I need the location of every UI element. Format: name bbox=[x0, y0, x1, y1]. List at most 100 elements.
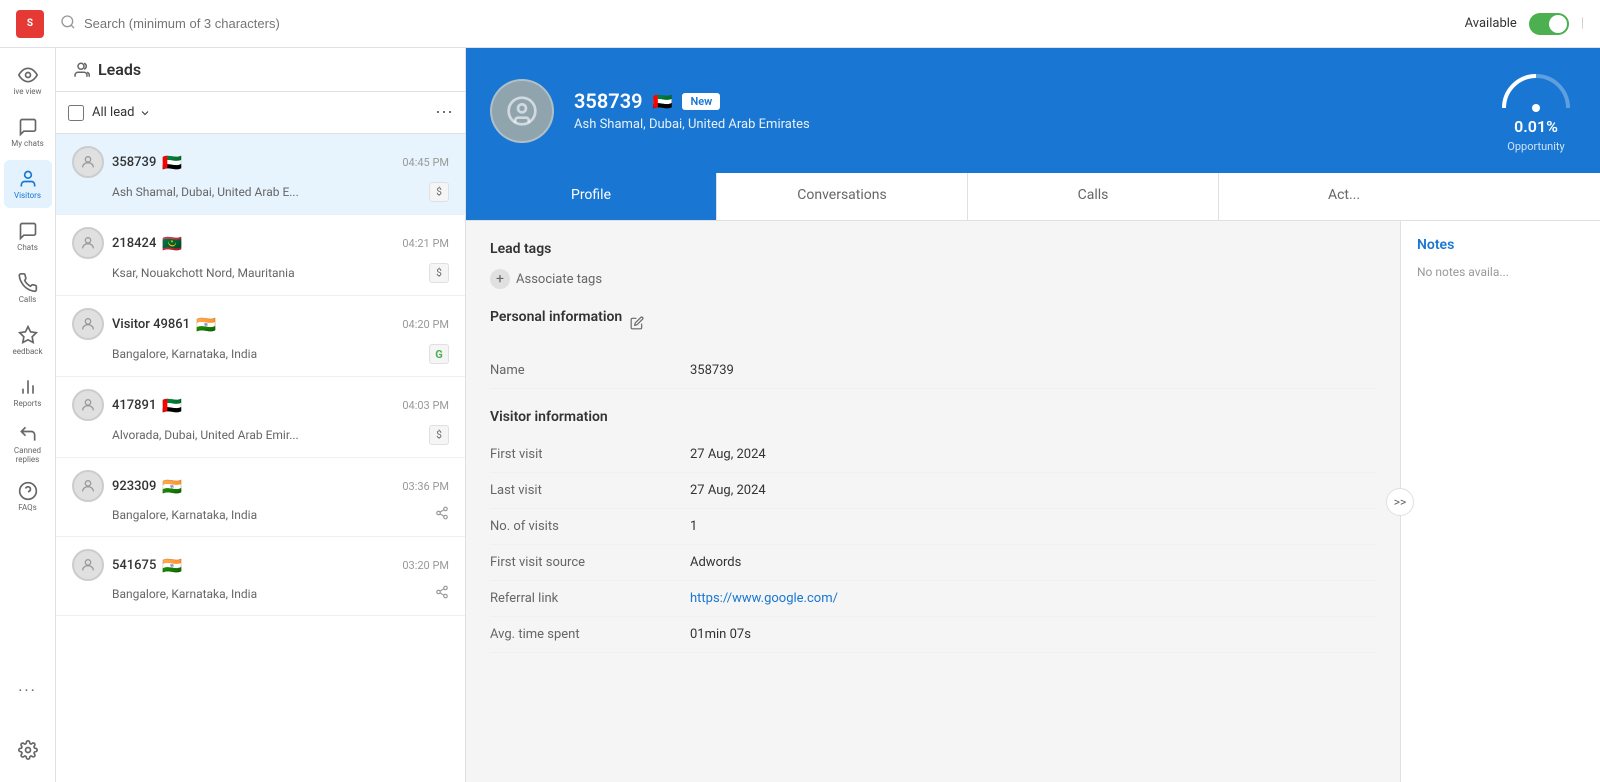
lead-name: 218424 bbox=[112, 236, 156, 251]
lead-item[interactable]: 218424 🇲🇷 04:21 PM Ksar, Nouakchott Nord… bbox=[56, 215, 465, 296]
visitor-info-row: First visit 27 Aug, 2024 bbox=[490, 437, 1376, 473]
visitor-field-label: First visit bbox=[490, 447, 690, 462]
lead-avatar bbox=[72, 389, 104, 421]
sidebar-item-canned-replies[interactable]: Canned replies bbox=[4, 420, 52, 468]
tab-conversations[interactable]: Conversations bbox=[717, 173, 967, 220]
visitor-field-value: 1 bbox=[690, 519, 697, 534]
opportunity-value: 0.01% bbox=[1514, 117, 1558, 136]
leads-title: Leads bbox=[98, 60, 141, 79]
lead-time: 04:45 PM bbox=[402, 156, 449, 169]
lead-name: 541675 bbox=[112, 558, 156, 573]
lead-name: 417891 bbox=[112, 398, 156, 413]
visitor-field-value: 27 Aug, 2024 bbox=[690, 447, 766, 462]
lead-time: 04:21 PM bbox=[402, 237, 449, 250]
lead-flag: 🇮🇳 bbox=[196, 315, 216, 334]
visitor-info-table: First visit 27 Aug, 2024 Last visit 27 A… bbox=[490, 437, 1376, 653]
lead-time: 04:20 PM bbox=[402, 318, 449, 331]
lead-time: 03:20 PM bbox=[402, 559, 449, 572]
leads-header: Leads bbox=[56, 48, 465, 92]
lead-item[interactable]: 358739 🇦🇪 04:45 PM Ash Shamal, Dubai, Un… bbox=[56, 134, 465, 215]
lead-time: 04:03 PM bbox=[402, 399, 449, 412]
sidebar-item-my-chats[interactable]: My chats bbox=[4, 108, 52, 156]
profile-flag: 🇦🇪 bbox=[653, 92, 673, 111]
profile-content-wrapper: Lead tags + Associate tags Personal info… bbox=[466, 221, 1600, 782]
lead-flag: 🇮🇳 bbox=[162, 477, 182, 496]
tab-calls[interactable]: Calls bbox=[968, 173, 1218, 220]
collapse-panel-button[interactable]: >> bbox=[1386, 488, 1414, 516]
personal-info-title: Personal information bbox=[490, 309, 622, 325]
lead-flag: 🇦🇪 bbox=[162, 396, 182, 415]
visitor-info-row: Last visit 27 Aug, 2024 bbox=[490, 473, 1376, 509]
associate-tags-button[interactable]: + Associate tags bbox=[490, 269, 1376, 289]
all-lead-filter[interactable]: All lead bbox=[92, 105, 151, 120]
visitor-field-value: Adwords bbox=[690, 555, 741, 570]
sidebar-item-settings[interactable] bbox=[4, 726, 52, 774]
leads-select-all[interactable] bbox=[68, 105, 84, 121]
lead-name: Visitor 49861 bbox=[112, 317, 190, 332]
personal-info-section: Personal information Name 358739 bbox=[490, 309, 1376, 389]
opportunity-gauge: 0.01% Opportunity bbox=[1496, 68, 1576, 153]
tab-profile[interactable]: Profile bbox=[466, 173, 716, 220]
edit-icon[interactable] bbox=[630, 316, 644, 330]
profile-new-badge: New bbox=[682, 93, 720, 110]
info-row-name: Name 358739 bbox=[490, 353, 1376, 389]
visitor-field-label: Referral link bbox=[490, 591, 690, 606]
topbar-divider: | bbox=[1581, 16, 1584, 31]
visitor-field-value: 27 Aug, 2024 bbox=[690, 483, 766, 498]
leads-filter-bar: All lead ⋯ bbox=[56, 92, 465, 134]
main-layout: ive view My chats Visitors Chats Calls e… bbox=[0, 48, 1600, 782]
lead-badge-dollar: $ bbox=[429, 182, 449, 202]
lead-item[interactable]: 923309 🇮🇳 03:36 PM Bangalore, Karnataka,… bbox=[56, 458, 465, 537]
sidebar-item-faqs[interactable]: FAQs bbox=[4, 472, 52, 520]
visitor-info-row: Referral link https://www.google.com/ bbox=[490, 581, 1376, 617]
visitor-field-label: First visit source bbox=[490, 555, 690, 570]
visitor-info-section: Visitor information First visit 27 Aug, … bbox=[490, 409, 1376, 653]
sidebar: ive view My chats Visitors Chats Calls e… bbox=[0, 48, 56, 782]
lead-avatar bbox=[72, 146, 104, 178]
sidebar-item-more[interactable]: ··· bbox=[4, 666, 52, 714]
lead-badge-dollar: $ bbox=[429, 263, 449, 283]
notes-title: Notes bbox=[1417, 237, 1584, 253]
lead-badge-dollar: $ bbox=[429, 425, 449, 445]
lead-item-top: 358739 🇦🇪 04:45 PM bbox=[72, 146, 449, 178]
opportunity-label: Opportunity bbox=[1507, 140, 1564, 153]
sidebar-item-visitors[interactable]: Visitors bbox=[4, 160, 52, 208]
lead-item[interactable]: 417891 🇦🇪 04:03 PM Alvorada, Dubai, Unit… bbox=[56, 377, 465, 458]
notes-panel: Notes No notes availa... bbox=[1400, 221, 1600, 782]
profile-location: Ash Shamal, Dubai, United Arab Emirates bbox=[574, 117, 1476, 132]
sidebar-item-reports[interactable]: Reports bbox=[4, 368, 52, 416]
tab-activity[interactable]: Act... bbox=[1219, 173, 1469, 220]
lead-avatar bbox=[72, 549, 104, 581]
search-input[interactable] bbox=[84, 16, 384, 31]
sidebar-item-live-view[interactable]: ive view bbox=[4, 56, 52, 104]
leads-list: 358739 🇦🇪 04:45 PM Ash Shamal, Dubai, Un… bbox=[56, 134, 465, 782]
lead-location: Ksar, Nouakchott Nord, Mauritania bbox=[112, 266, 295, 280]
leads-options-button[interactable]: ⋯ bbox=[435, 102, 453, 123]
notes-empty-message: No notes availa... bbox=[1417, 265, 1584, 279]
visitor-info-row: Avg. time spent 01min 07s bbox=[490, 617, 1376, 653]
lead-tags-title: Lead tags bbox=[490, 241, 1376, 257]
visitor-field-label: No. of visits bbox=[490, 519, 690, 534]
sidebar-item-calls[interactable]: Calls bbox=[4, 264, 52, 312]
profile-info: 358739 🇦🇪 New Ash Shamal, Dubai, United … bbox=[574, 89, 1476, 132]
referral-link[interactable]: https://www.google.com/ bbox=[690, 591, 838, 606]
lead-item[interactable]: 541675 🇮🇳 03:20 PM Bangalore, Karnataka,… bbox=[56, 537, 465, 616]
available-label: Available bbox=[1465, 16, 1517, 31]
lead-location: Bangalore, Karnataka, India bbox=[112, 508, 257, 522]
share-icon bbox=[435, 585, 449, 603]
sidebar-item-chats[interactable]: Chats bbox=[4, 212, 52, 260]
lead-item[interactable]: Visitor 49861 🇮🇳 04:20 PM Bangalore, Kar… bbox=[56, 296, 465, 377]
lead-badge-g: G bbox=[429, 344, 449, 364]
lead-avatar bbox=[72, 470, 104, 502]
lead-location: Bangalore, Karnataka, India bbox=[112, 347, 257, 361]
profile-tabs: Profile Conversations Calls Act... bbox=[466, 173, 1600, 221]
available-toggle[interactable] bbox=[1529, 13, 1569, 35]
lead-item-top: 923309 🇮🇳 03:36 PM bbox=[72, 470, 449, 502]
sidebar-item-feedback[interactable]: eedback bbox=[4, 316, 52, 364]
topbar-right: Available | bbox=[1465, 13, 1584, 35]
lead-time: 03:36 PM bbox=[402, 480, 449, 493]
lead-item-top: 218424 🇲🇷 04:21 PM bbox=[72, 227, 449, 259]
lead-name: 358739 bbox=[112, 155, 156, 170]
search-bar[interactable] bbox=[60, 14, 1449, 34]
search-icon bbox=[60, 14, 76, 34]
